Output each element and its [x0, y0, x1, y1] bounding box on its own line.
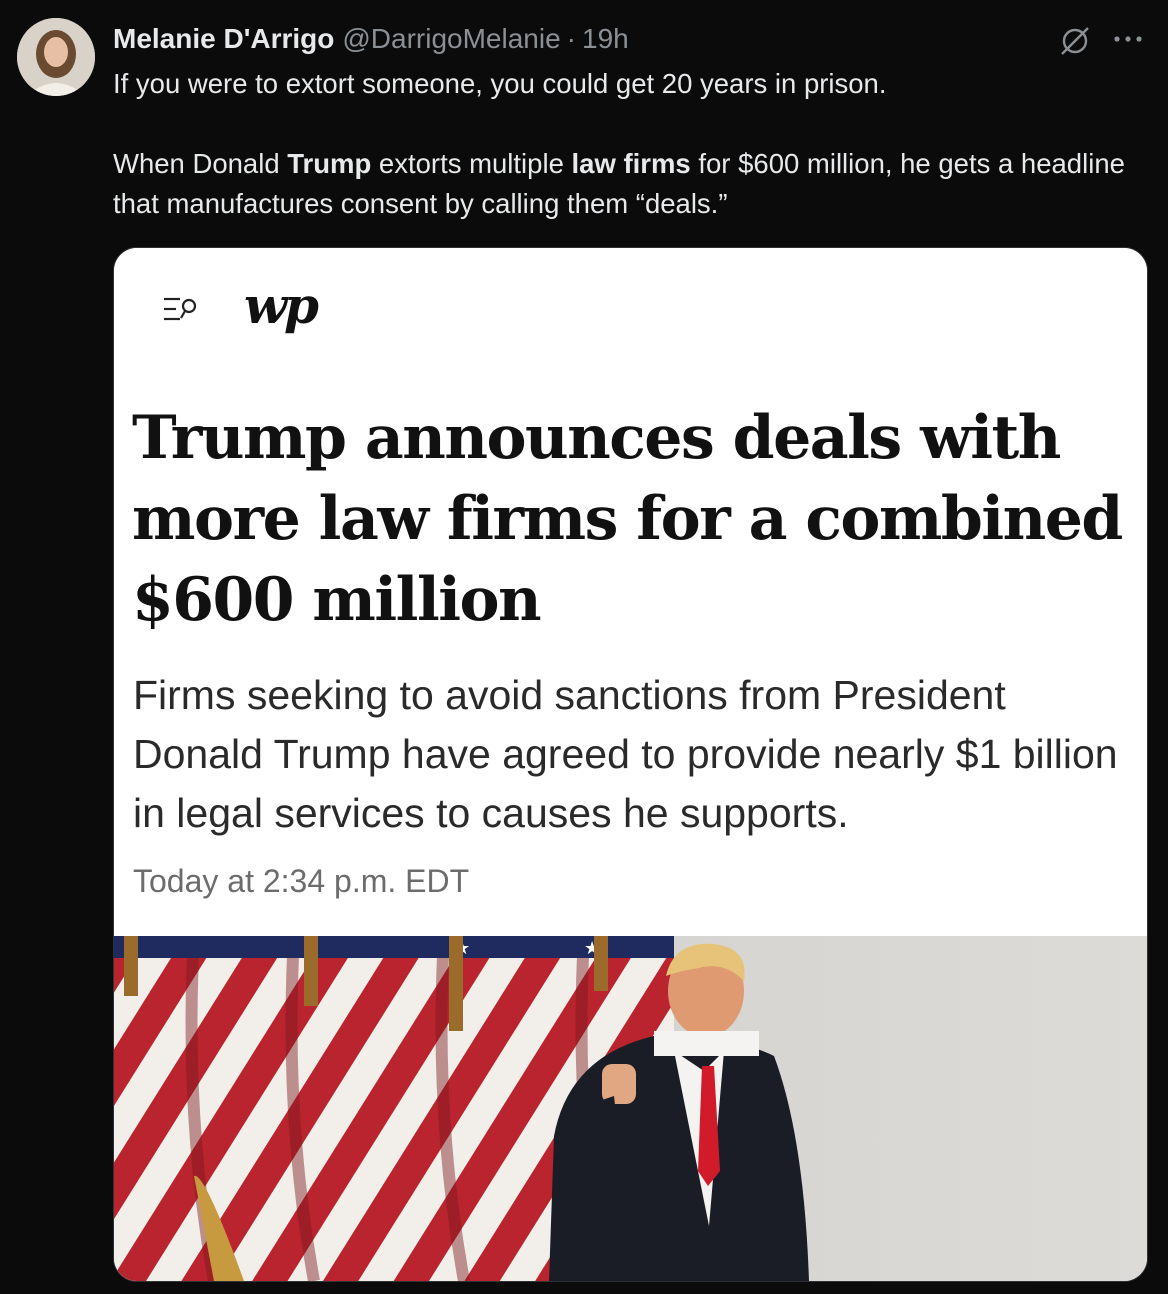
- article-photo: ★ ★: [114, 936, 1147, 1281]
- more-icon[interactable]: [1110, 24, 1146, 54]
- text-bold-law-firms: law firms: [571, 148, 691, 179]
- attached-image[interactable]: wp Trump announces deals with more law f…: [113, 247, 1148, 1282]
- post-time[interactable]: 19h: [582, 23, 629, 55]
- author-handle[interactable]: @DarrigoMelanie: [342, 23, 560, 55]
- tweet[interactable]: Melanie D'Arrigo @DarrigoMelanie · 19h I…: [0, 0, 1168, 1294]
- grok-icon[interactable]: [1058, 24, 1092, 58]
- post-header: Melanie D'Arrigo @DarrigoMelanie · 19h: [113, 22, 629, 56]
- post-text-line-1: If you were to extort someone, you could…: [113, 68, 887, 99]
- author-name[interactable]: Melanie D'Arrigo: [113, 23, 334, 55]
- article-timestamp: Today at 2:34 p.m. EDT: [133, 863, 470, 899]
- post-text: If you were to extort someone, you could…: [113, 64, 1143, 224]
- post-text-line-2: When Donald Trump extorts multiple law f…: [113, 144, 1143, 224]
- text-segment: extorts multiple: [371, 148, 572, 179]
- avatar[interactable]: [17, 18, 95, 96]
- separator: ·: [566, 23, 576, 54]
- text-segment: When Donald: [113, 148, 288, 179]
- article-headline: Trump announces deals with more law firm…: [132, 403, 1123, 635]
- wp-logo: wp: [244, 276, 319, 335]
- article-dek: Firms seeking to avoid sanctions from Pr…: [133, 672, 1118, 836]
- menu-search-icon: [164, 297, 197, 321]
- text-bold-trump: Trump: [287, 148, 372, 179]
- article-screenshot: wp Trump announces deals with more law f…: [114, 248, 1147, 936]
